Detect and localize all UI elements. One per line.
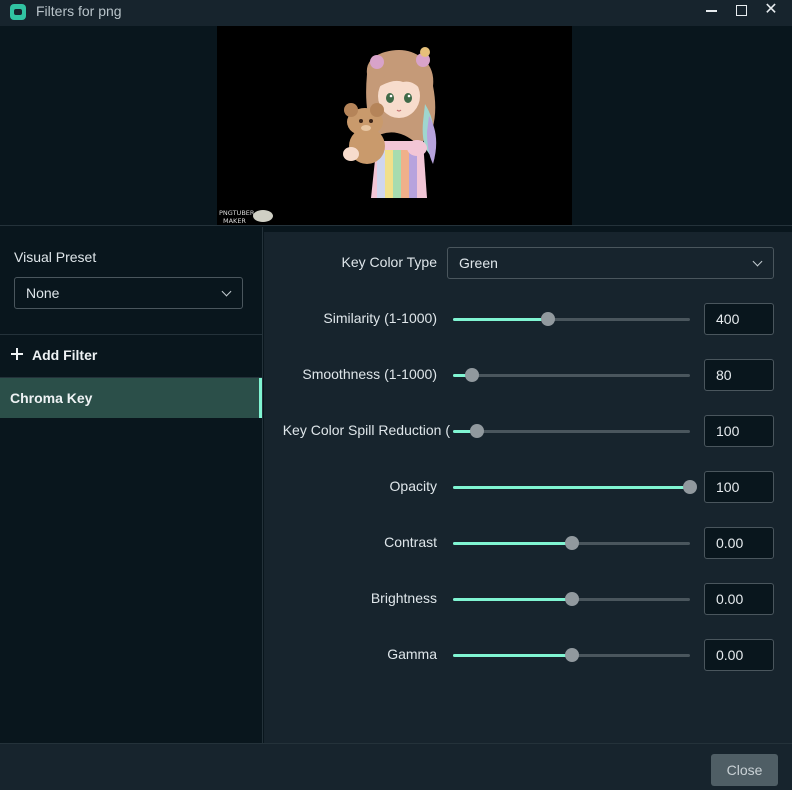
slider-fill <box>453 486 690 489</box>
preview-area: PNGTUBER MAKER <box>0 26 792 226</box>
slider-fill <box>453 318 548 321</box>
filter-settings-panel: Key Color Type Green Similarity (1-1000)… <box>264 232 792 743</box>
add-filter-label: Add Filter <box>32 347 98 363</box>
slider-handle[interactable] <box>464 368 479 382</box>
brightness-slider[interactable] <box>453 592 690 606</box>
slider-handle[interactable] <box>564 648 579 662</box>
brightness-input[interactable] <box>704 583 774 615</box>
smoothness-input[interactable] <box>704 359 774 391</box>
key-color-type-label: Key Color Type <box>341 254 437 270</box>
slider-handle[interactable] <box>540 312 555 326</box>
visual-preset-label: Visual Preset <box>14 249 97 265</box>
chevron-down-icon <box>752 256 763 267</box>
window-title: Filters for png <box>36 3 122 19</box>
similarity-input[interactable] <box>704 303 774 335</box>
contrast-slider[interactable] <box>453 536 690 550</box>
smoothness-slider[interactable] <box>453 368 690 382</box>
slider-fill <box>453 654 572 657</box>
character-image: PNGTUBER MAKER <box>217 47 437 225</box>
app-icon <box>10 4 26 20</box>
slider-handle[interactable] <box>469 424 484 438</box>
visual-preset-dropdown[interactable]: None <box>14 277 243 309</box>
chevron-down-icon <box>221 286 232 297</box>
contrast-input[interactable] <box>704 527 774 559</box>
opacity-slider[interactable] <box>453 480 697 494</box>
gamma-slider[interactable] <box>453 648 690 662</box>
visual-preset-value: None <box>26 285 60 301</box>
filter-item-chroma-key[interactable]: Chroma Key <box>0 378 262 418</box>
filter-item-label: Chroma Key <box>10 390 93 406</box>
opacity-label: Opacity <box>389 478 437 494</box>
close-icon[interactable]: ✕ <box>758 0 784 20</box>
slider-track <box>453 430 690 433</box>
dialog-footer: Close <box>0 743 792 790</box>
filter-sidebar: Visual Preset None Add Filter Chroma Key <box>0 227 263 743</box>
contrast-label: Contrast <box>384 534 437 550</box>
spill-reduction-input[interactable] <box>704 415 774 447</box>
maximize-icon[interactable] <box>728 0 754 20</box>
gamma-input[interactable] <box>704 639 774 671</box>
watermark-text-1: PNGTUBER <box>219 209 255 217</box>
source-preview: PNGTUBER MAKER <box>217 26 572 225</box>
slider-fill <box>453 598 572 601</box>
similarity-slider[interactable] <box>453 312 690 326</box>
gamma-label: Gamma <box>387 646 437 662</box>
similarity-label: Similarity (1-1000) <box>323 310 437 326</box>
slider-handle[interactable] <box>564 536 579 550</box>
spill-reduction-label: Key Color Spill Reduction ( <box>282 422 450 438</box>
slider-track <box>453 374 690 377</box>
plus-icon <box>11 348 23 360</box>
opacity-input[interactable] <box>704 471 774 503</box>
close-button[interactable]: Close <box>711 754 778 786</box>
smoothness-label: Smoothness (1-1000) <box>302 366 437 382</box>
spill-reduction-slider[interactable] <box>453 424 690 438</box>
watermark-text-2: MAKER <box>223 217 246 225</box>
key-color-type-value: Green <box>459 255 498 271</box>
title-bar: Filters for png ✕ <box>0 0 792 26</box>
slider-fill <box>453 542 572 545</box>
slider-handle[interactable] <box>683 480 697 494</box>
key-color-type-dropdown[interactable]: Green <box>447 247 774 279</box>
brightness-label: Brightness <box>370 590 437 606</box>
minimize-icon[interactable] <box>698 0 724 20</box>
slider-handle[interactable] <box>564 592 579 606</box>
add-filter-button[interactable]: Add Filter <box>0 335 262 377</box>
